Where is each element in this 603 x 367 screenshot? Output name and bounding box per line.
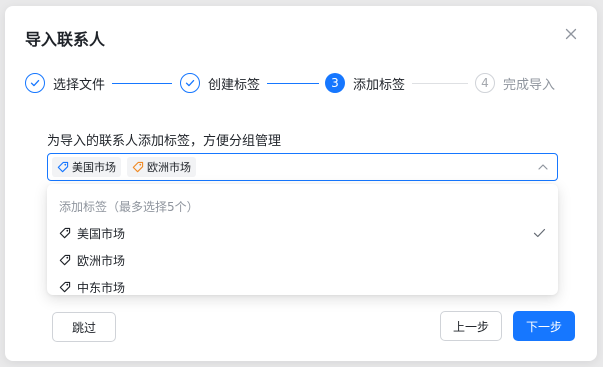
chip-label: 美国市场 <box>72 161 116 174</box>
step-select-file: 选择文件 <box>25 72 105 94</box>
previous-button[interactable]: 上一步 <box>440 311 502 341</box>
close-icon[interactable] <box>563 26 579 42</box>
tag-icon <box>59 254 71 266</box>
step-connector <box>267 83 319 84</box>
selected-tag-chip[interactable]: 欧洲市场 <box>127 157 196 177</box>
check-icon <box>25 73 45 93</box>
step-number: 3 <box>325 73 345 93</box>
tag-icon <box>59 227 71 239</box>
selected-tag-chip[interactable]: 美国市场 <box>52 157 121 177</box>
step-number: 4 <box>475 73 495 93</box>
step-label: 选择文件 <box>53 77 106 93</box>
option-label: 美国市场 <box>77 226 126 241</box>
check-icon <box>533 228 546 238</box>
dropdown-option-me-market[interactable]: 中东市场 <box>47 274 558 300</box>
tag-icon <box>132 161 144 173</box>
tag-icon <box>59 281 71 293</box>
step-add-tags: 3 添加标签 <box>325 72 405 94</box>
tag-icon <box>57 161 69 173</box>
dialog-title: 导入联系人 <box>25 30 106 49</box>
step-finish-import: 4 完成导入 <box>475 72 555 94</box>
step-connector <box>412 83 468 84</box>
step-connector <box>112 83 172 84</box>
skip-button[interactable]: 跳过 <box>52 312 116 342</box>
import-contacts-dialog: 导入联系人 选择文件 创建标签 3 添加标签 4 完成导入 为导入的联系人添加标… <box>5 6 597 361</box>
tag-select-input[interactable]: 美国市场 欧洲市场 <box>47 153 558 181</box>
step-create-tags: 创建标签 <box>180 72 260 94</box>
check-icon <box>180 73 200 93</box>
dropdown-option-us-market[interactable]: 美国市场 <box>47 220 558 246</box>
step-label: 完成导入 <box>503 77 556 93</box>
steps-progress: 选择文件 创建标签 3 添加标签 4 完成导入 <box>25 72 585 96</box>
chevron-up-icon[interactable] <box>537 162 549 172</box>
chip-label: 欧洲市场 <box>147 161 191 174</box>
dropdown-header: 添加标签（最多选择5个） <box>59 200 199 214</box>
tag-field-label: 为导入的联系人添加标签，方便分组管理 <box>47 134 282 149</box>
dropdown-option-eu-market[interactable]: 欧洲市场 <box>47 247 558 273</box>
next-button[interactable]: 下一步 <box>513 311 575 341</box>
option-label: 欧洲市场 <box>77 253 126 268</box>
option-label: 中东市场 <box>77 280 126 295</box>
step-label: 添加标签 <box>353 77 406 93</box>
tag-dropdown: 添加标签（最多选择5个） 美国市场 欧洲市场 中东市场 <box>47 184 558 295</box>
step-label: 创建标签 <box>208 77 261 93</box>
